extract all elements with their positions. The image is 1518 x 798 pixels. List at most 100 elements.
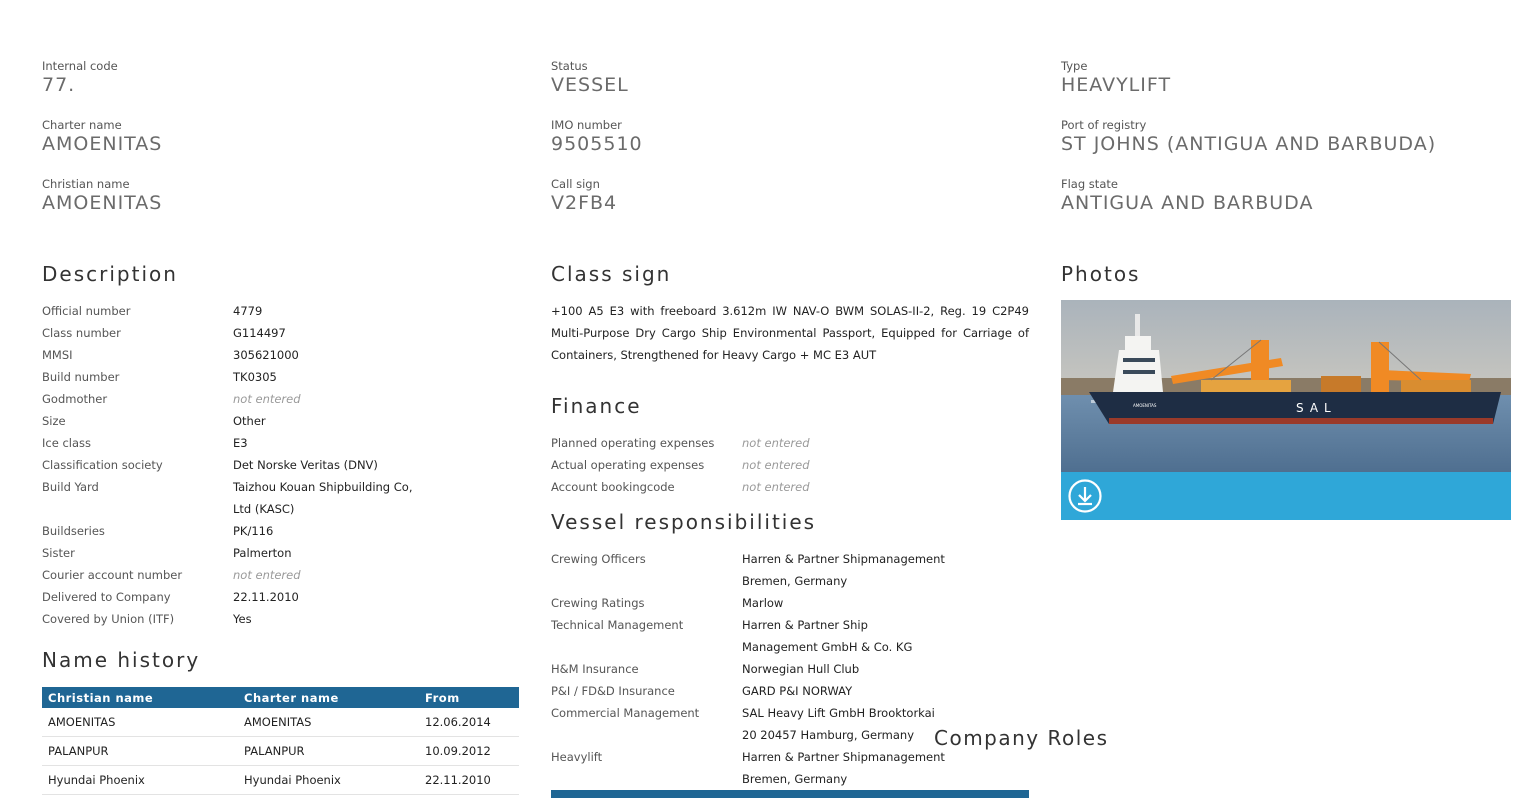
responsibility-row: Crewing Ratings Marlow [551,592,1029,614]
description-row: Delivered to Company 22.11.2010 [42,586,520,608]
name-history-table: Christian name Charter name From AMOENIT… [42,687,519,795]
row-label: Commercial Management [551,706,700,720]
cell: 12.06.2014 [419,708,519,737]
charter-name-field: Charter name AMOENITAS [42,118,162,155]
row-value: Harren & Partner Shipmanagement Bremen, … [742,750,945,786]
row-value: Harren & Partner Shipmanagement Bremen, … [742,552,945,588]
field-value: AMOENITAS [42,192,163,214]
row-label: Sister [42,546,75,560]
christian-name-field: Christian name AMOENITAS [42,177,162,214]
field-label: Status [551,59,588,73]
description-row: Courier account number not entered [42,564,520,586]
responsibility-row: H&M Insurance Norwegian Hull Club [551,658,1029,680]
row-value: Other [233,414,266,428]
description-row: Sister Palmerton [42,542,520,564]
row-value: Det Norske Veritas (DNV) [233,458,378,472]
row-value: PK/116 [233,524,274,538]
row-value: Yes [233,612,252,626]
row-value: TK0305 [233,370,277,384]
row-label: Build number [42,370,120,384]
field-label: Port of registry [1061,118,1147,132]
row-label: Courier account number [42,568,183,582]
internal-code-field: Internal code 77. [42,59,118,96]
row-label: Buildseries [42,524,105,538]
row-label: Size [42,414,66,428]
type-field: Type HEAVYLIFT [1061,59,1171,96]
row-label: Delivered to Company [42,590,171,604]
company-roles-heading: Company Roles [934,726,1109,750]
row-value: G114497 [233,326,286,340]
finance-list: Planned operating expenses not entered Ac… [551,432,1029,498]
row-label: Ice class [42,436,91,450]
field-label: Internal code [42,59,118,73]
row-label: Build Yard [42,480,99,494]
company-roles-table-header [551,790,1029,798]
field-value: ST JOHNS (ANTIGUA AND BARBUDA) [1061,133,1437,155]
finance-heading: Finance [551,394,642,418]
imo-number-field: IMO number 9505510 [551,118,643,155]
field-label: Christian name [42,177,130,191]
cell: Hyundai Phoenix [42,765,238,795]
column-header-from[interactable]: From [419,687,519,708]
download-circle-icon[interactable] [1067,478,1103,514]
row-value: GARD P&I NORWAY [742,684,853,698]
ship-name-lettering: AMOENITAS [1133,403,1157,408]
class-sign-heading: Class sign [551,262,672,286]
field-label: Type [1061,59,1088,73]
row-value: 305621000 [233,348,299,362]
row-value: not entered [742,480,810,494]
field-value: 77. [42,74,76,96]
row-label: P&I / FD&D Insurance [551,684,675,698]
description-row: Build number TK0305 [42,366,520,388]
row-label: Official number [42,304,131,318]
row-label: Account bookingcode [551,480,675,494]
field-value: ANTIGUA AND BARBUDA [1061,192,1314,214]
description-row: Classification society Det Norske Veritas… [42,454,520,476]
vessel-photo[interactable]: SAL AMOENITAS [1061,300,1511,472]
table-row: PALANPUR PALANPUR 10.09.2012 [42,736,519,766]
description-row: Build Yard Taizhou Kouan Shipbuilding Co,… [42,476,520,520]
row-value: not entered [742,436,810,450]
field-value: VESSEL [551,74,629,96]
table-header-row: Christian name Charter name From [42,687,519,708]
row-value: not entered [233,568,301,582]
vessel-photo-card[interactable]: SAL AMOENITAS [1061,300,1511,520]
cell: 22.11.2010 [419,765,519,795]
row-label: Classification society [42,458,163,472]
cell: 10.09.2012 [419,736,519,766]
column-header-christian-name[interactable]: Christian name [42,687,238,708]
field-label: Call sign [551,177,600,191]
row-label: Class number [42,326,121,340]
row-value: Norwegian Hull Club [742,662,860,676]
finance-row: Account bookingcode not entered [551,476,1029,498]
row-value: not entered [742,458,810,472]
row-value: Palmerton [233,546,292,560]
field-value: V2FB4 [551,192,618,214]
row-label: Heavylift [551,750,603,764]
status-field: Status VESSEL [551,59,629,96]
description-row: Covered by Union (ITF) Yes [42,608,520,630]
finance-row: Planned operating expenses not entered [551,432,1029,454]
photo-actions-bar [1061,472,1511,520]
description-heading: Description [42,262,178,286]
description-row: Godmother not entered [42,388,520,410]
field-value: 9505510 [551,133,643,155]
call-sign-field: Call sign V2FB4 [551,177,617,214]
row-label: Actual operating expenses [551,458,705,472]
row-value: E3 [233,436,248,450]
column-header-charter-name[interactable]: Charter name [238,687,419,708]
responsibility-row: P&I / FD&D Insurance GARD P&I NORWAY [551,680,1029,702]
photos-heading: Photos [1061,262,1141,286]
table-row: Hyundai Phoenix Hyundai Phoenix 22.11.20… [42,765,519,795]
row-value: Taizhou Kouan Shipbuilding Co, Ltd (KASC… [233,480,413,516]
responsibility-row: Technical Management Harren & Partner Shi… [551,614,1029,658]
description-row: Official number 4779 [42,300,520,322]
row-label: Planned operating expenses [551,436,715,450]
row-label: Crewing Officers [551,552,646,566]
row-label: Godmother [42,392,108,406]
field-label: Charter name [42,118,122,132]
row-value: SAL Heavy Lift GmbH Brooktorkai 20 20457… [742,706,935,742]
responsibility-row: Heavylift Harren & Partner Shipmanagement… [551,746,1029,790]
row-value: not entered [233,392,301,406]
row-label: H&M Insurance [551,662,639,676]
